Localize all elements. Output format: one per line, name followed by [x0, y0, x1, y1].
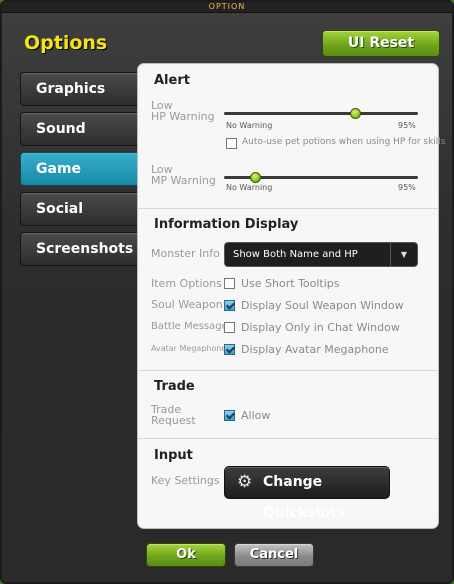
autouse-pet-potions-checkbox[interactable]: [226, 138, 237, 149]
divider: [138, 208, 438, 209]
short-tooltips-label: Use Short Tooltips: [241, 277, 340, 290]
page-title: Options: [24, 32, 108, 54]
options-window: OPTION Options UI Reset Graphics Sound G…: [0, 0, 454, 584]
divider: [138, 438, 438, 439]
tab-sound[interactable]: Sound: [20, 112, 146, 146]
ok-button[interactable]: Ok: [146, 543, 226, 567]
input-section-title: Input: [154, 448, 193, 463]
item-options-label: Item Options: [151, 277, 222, 290]
title-bar[interactable]: OPTION: [2, 2, 452, 13]
mp-warning-slider[interactable]: [224, 172, 418, 183]
tab-game[interactable]: Game: [20, 152, 146, 186]
tab-social[interactable]: Social: [20, 192, 146, 226]
avatar-megaphone-text: Display Avatar Megaphone: [241, 343, 389, 356]
ui-reset-button[interactable]: UI Reset: [322, 30, 440, 57]
battle-messages-text: Display Only in Chat Window: [241, 321, 400, 334]
mp-min-label: No Warning: [226, 183, 273, 192]
mp-max-label: 95%: [398, 183, 416, 192]
soul-weapon-text: Display Soul Weapon Window: [241, 299, 404, 312]
avatar-megaphone-checkbox[interactable]: [224, 344, 235, 355]
autouse-pet-potions-label: Auto-use pet potions when using HP for s…: [242, 137, 446, 147]
hp-max-label: 95%: [398, 121, 416, 130]
cancel-button[interactable]: Cancel: [234, 543, 314, 567]
soul-weapon-checkbox[interactable]: [224, 300, 235, 311]
monster-info-label: Monster Info: [151, 247, 220, 260]
hp-warning-label-2: HP Warning: [151, 110, 215, 123]
monster-info-select[interactable]: Show Both Name and HP ▼: [224, 242, 418, 267]
alert-section-title: Alert: [154, 73, 190, 88]
tab-screenshots[interactable]: Screenshots: [20, 232, 146, 266]
tab-graphics[interactable]: Graphics: [20, 72, 146, 106]
hp-warning-slider-handle[interactable]: [350, 108, 362, 119]
mp-warning-slider-handle[interactable]: [249, 172, 261, 183]
gear-icon: ⚙: [237, 472, 253, 492]
trade-request-text: Allow: [241, 409, 271, 422]
hp-min-label: No Warning: [226, 121, 273, 130]
key-settings-label: Key Settings: [151, 474, 220, 487]
trade-section-title: Trade: [154, 379, 195, 394]
change-quickslots-label: Change Quickslots: [263, 474, 346, 521]
soul-weapon-label: Soul Weapon: [151, 298, 223, 311]
window-title: OPTION: [208, 2, 246, 11]
monster-info-value: Show Both Name and HP: [233, 249, 358, 260]
battle-messages-checkbox[interactable]: [224, 322, 235, 333]
avatar-megaphone-label: Avatar Megaphone: [151, 344, 227, 353]
info-section-title: Information Display: [154, 217, 299, 232]
divider: [138, 370, 438, 371]
hp-warning-slider[interactable]: [224, 108, 418, 119]
change-quickslots-button[interactable]: ⚙ Change Quickslots: [224, 466, 390, 521]
trade-request-checkbox[interactable]: [224, 410, 235, 421]
short-tooltips-checkbox[interactable]: [224, 278, 235, 289]
settings-panel: Alert Low HP Warning No Warning 95% Auto…: [138, 64, 445, 528]
chevron-down-icon[interactable]: ▼: [390, 243, 417, 266]
mp-warning-label-2: MP Warning: [151, 174, 216, 187]
trade-request-label-2: Request: [151, 414, 196, 427]
battle-messages-label: Battle Messages: [151, 321, 233, 332]
